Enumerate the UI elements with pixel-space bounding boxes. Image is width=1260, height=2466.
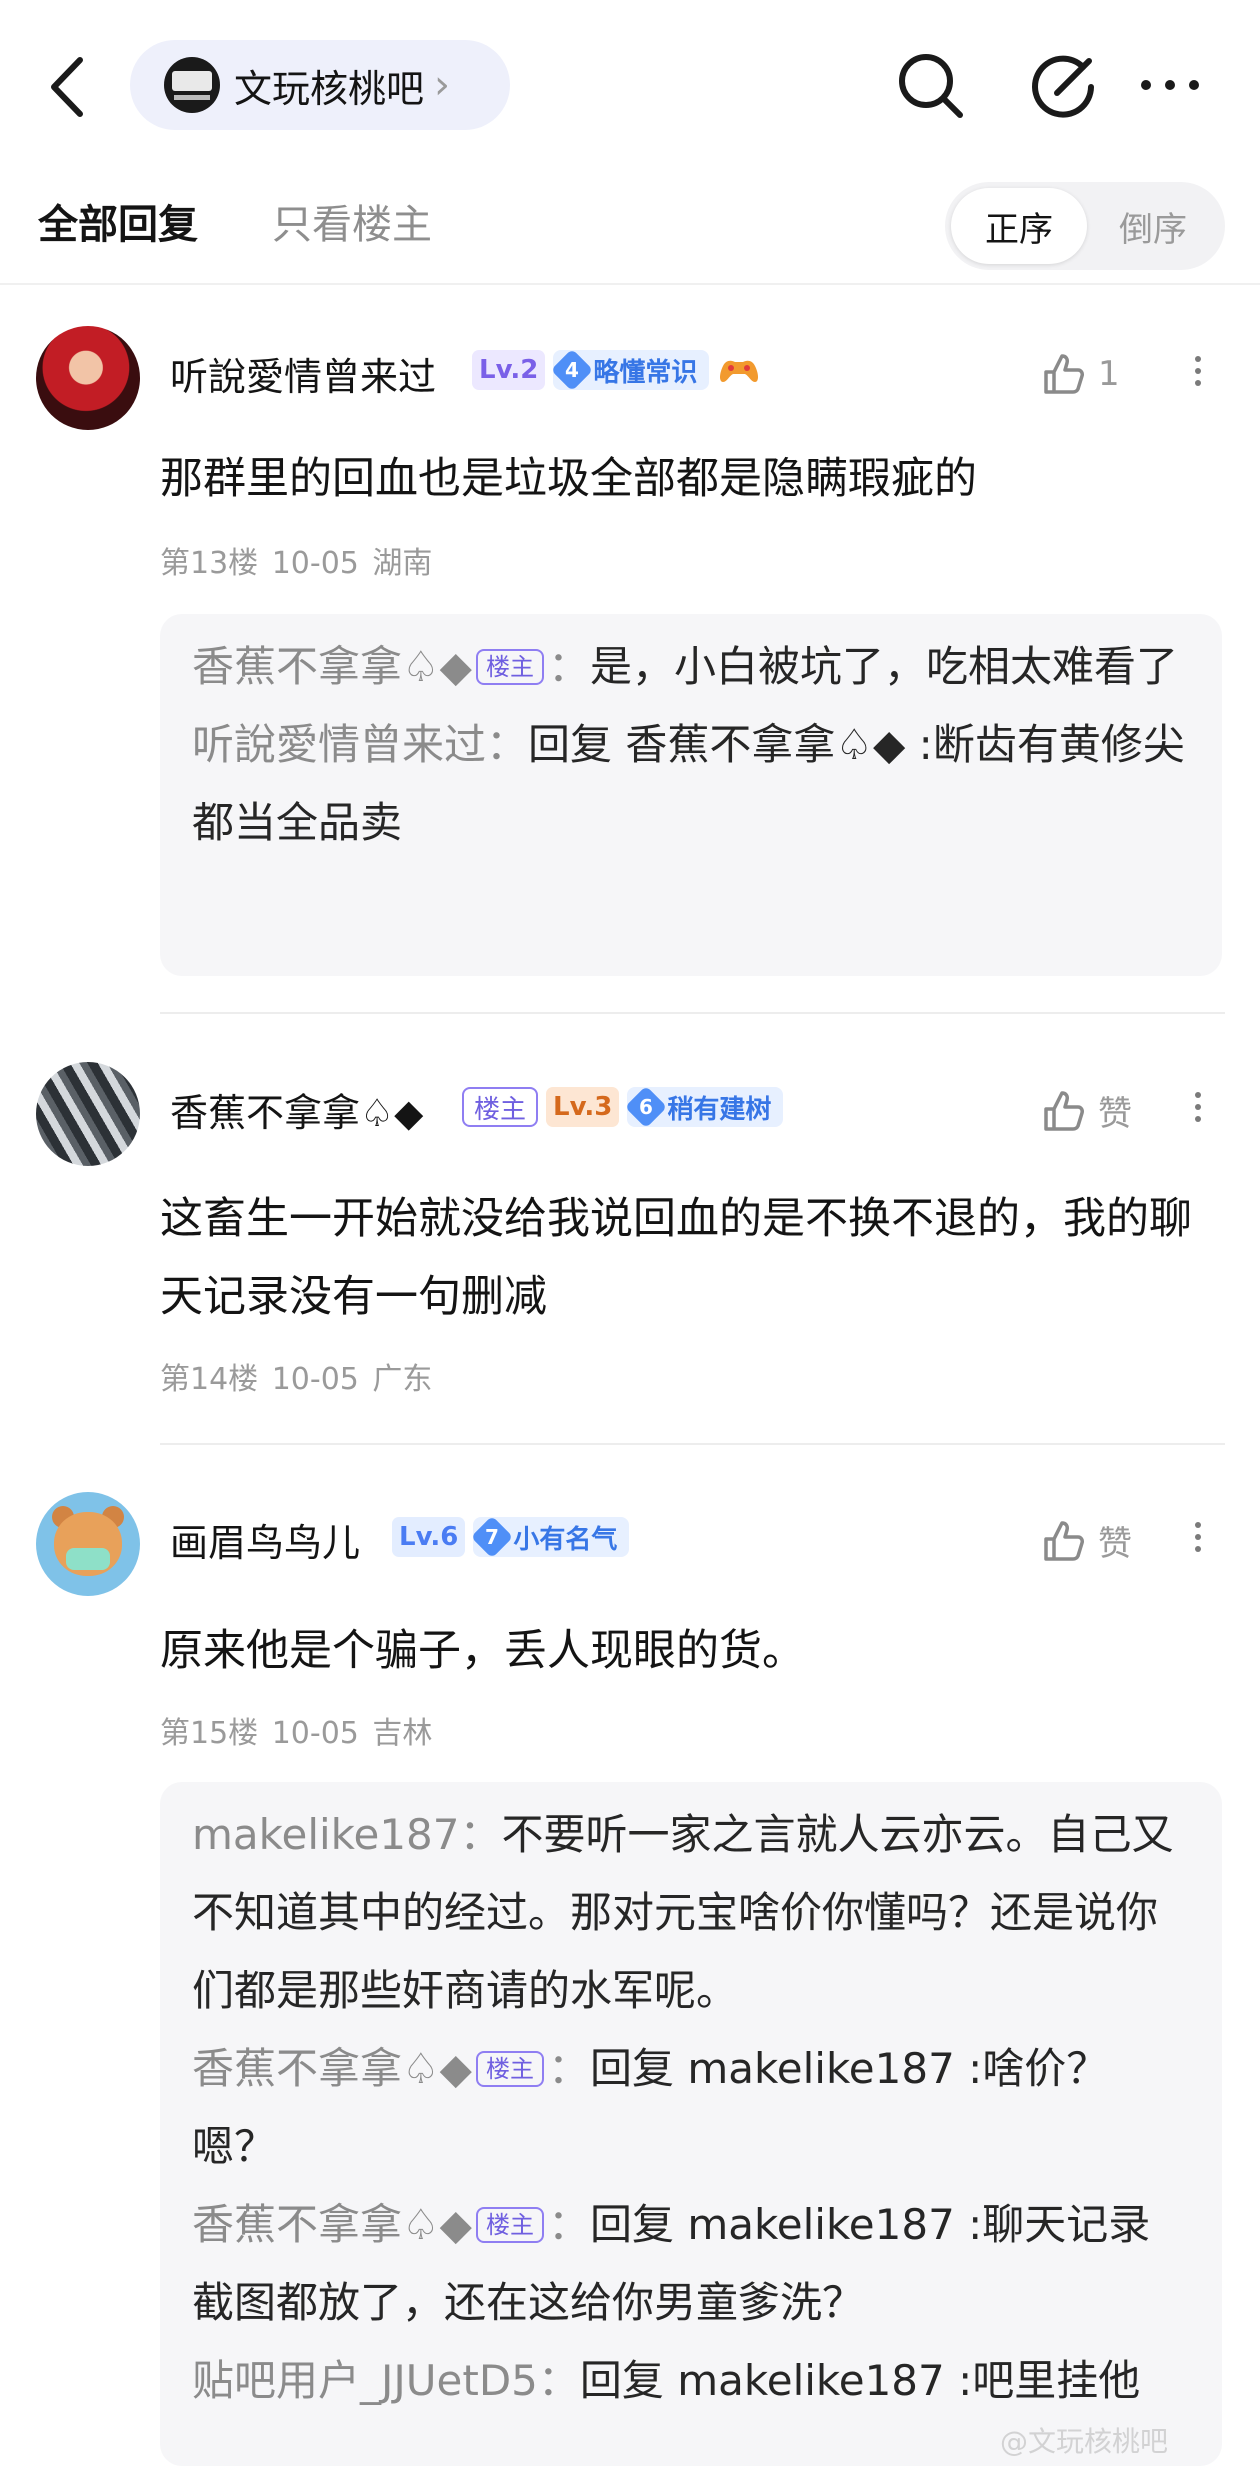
reply-author[interactable]: makelike187	[192, 1810, 459, 1859]
like-button[interactable]: 赞	[1040, 1516, 1132, 1565]
comment-menu-button[interactable]	[1188, 1086, 1208, 1136]
sub-reply: 贴吧用户_JJUetD5：回复 makelike187 :吧里挂他	[192, 2356, 1141, 2405]
top-nav-bar: 文玩核桃吧 ›	[0, 0, 1260, 170]
reply-text: 是，小白被坑了，吃相太难看了	[589, 642, 1178, 691]
tab-owner-only[interactable]: 只看楼主	[272, 192, 432, 250]
diamond-badge-icon: 4	[551, 348, 594, 392]
avatar[interactable]	[36, 1492, 140, 1596]
username[interactable]: 听說愛情曾来过	[170, 346, 436, 401]
owner-badge: 楼主	[475, 2207, 544, 2243]
floor-meta: 第13楼 10-05 湖南	[160, 546, 433, 581]
user-badges: Lv.2 4 略懂常识	[472, 348, 761, 392]
diamond-badge-icon: 6	[625, 1085, 668, 1129]
rank-title: 略懂常识	[593, 357, 698, 388]
sub-reply: 香蕉不拿拿♤◆ 楼主 ：回复 makelike187 :啥价？嗯？	[192, 2044, 1109, 2171]
sort-order-toggle: 正序 倒序	[945, 182, 1225, 270]
chevron-right-icon: ›	[434, 62, 451, 108]
sort-descending-button[interactable]: 倒序	[1085, 188, 1221, 264]
level-badge: Lv.2	[472, 350, 546, 390]
floor-meta: 第15楼 10-05 吉林	[160, 1716, 433, 1751]
watermark: @文玩核桃吧	[1000, 2425, 1169, 2458]
rank-title-badge: 4 略懂常识	[551, 348, 710, 392]
avatar[interactable]	[36, 326, 140, 430]
sub-replies-box[interactable]: 香蕉不拿拿♤◆ 楼主 ：是，小白被坑了，吃相太难看了 听說愛情曾来过：回复 香蕉不拿…	[160, 614, 1222, 976]
search-button[interactable]	[890, 45, 970, 125]
compose-button[interactable]	[1025, 45, 1105, 125]
thumbs-up-icon	[1044, 1520, 1084, 1561]
reply-author[interactable]: 香蕉不拿拿♤◆	[192, 2044, 472, 2093]
floor-meta: 第14楼 10-05 广东	[160, 1362, 433, 1397]
like-button[interactable]: 赞	[1040, 1086, 1132, 1135]
sub-reply: 香蕉不拿拿♤◆ 楼主 ：回复 makelike187 :聊天记录截图都放了，还在这给…	[192, 2200, 1151, 2327]
back-arrow-icon	[51, 57, 83, 117]
like-count: 1	[1098, 354, 1120, 394]
username[interactable]: 画眉鸟鸟儿	[170, 1512, 360, 1567]
rank-title: 稍有建树	[667, 1094, 772, 1125]
comment-menu-button[interactable]	[1188, 1516, 1208, 1566]
level-badge: Lv.3	[546, 1087, 620, 1127]
like-label: 赞	[1098, 1094, 1132, 1134]
rank-title-badge: 7 小有名气	[471, 1515, 630, 1559]
game-controller-icon	[720, 360, 759, 382]
search-icon	[899, 54, 963, 118]
more-options-button[interactable]	[1130, 55, 1210, 115]
owner-badge: 楼主	[475, 649, 544, 685]
owner-badge: 楼主	[462, 1087, 539, 1127]
reply-author[interactable]: 香蕉不拿拿♤◆	[192, 642, 472, 691]
user-badges: 楼主 Lv.3 6 稍有建树	[462, 1085, 784, 1129]
sub-reply: makelike187：不要听一家之言就人云亦云。自己又不知道其中的经过。那对元…	[192, 1810, 1174, 2015]
forum-entry-button[interactable]: 文玩核桃吧 ›	[130, 40, 510, 130]
thumbs-up-icon	[1044, 1090, 1084, 1131]
sort-ascending-button[interactable]: 正序	[951, 188, 1087, 264]
avatar[interactable]	[36, 1062, 140, 1166]
owner-badge: 楼主	[475, 2051, 544, 2087]
rank-title: 小有名气	[513, 1524, 618, 1555]
compose-icon	[1032, 55, 1094, 118]
comment-text: 这畜生一开始就没给我说回血的是不换不退的，我的聊天记录没有一句删减	[160, 1194, 1192, 1322]
user-badges: Lv.6 7 小有名气	[392, 1515, 630, 1559]
diamond-badge-icon: 7	[471, 1515, 514, 1559]
sub-reply: 香蕉不拿拿♤◆ 楼主 ：是，小白被坑了，吃相太难看了	[192, 642, 1178, 691]
like-label: 赞	[1098, 1524, 1132, 1564]
divider	[160, 1012, 1225, 1014]
divider	[160, 1443, 1225, 1445]
thumbs-up-icon	[1044, 354, 1084, 394]
level-badge: Lv.6	[392, 1517, 466, 1557]
reply-author[interactable]: 贴吧用户_JJUetD5	[192, 2356, 538, 2405]
reply-author[interactable]: 听說愛情曾来过	[192, 720, 486, 769]
username[interactable]: 香蕉不拿拿♤◆	[170, 1082, 423, 1137]
back-button[interactable]	[38, 52, 102, 122]
forum-name: 文玩核桃吧	[234, 66, 425, 111]
comment-text: 那群里的回血也是垃圾全部都是隐瞒瑕疵的	[160, 454, 977, 504]
sub-replies-box[interactable]: makelike187：不要听一家之言就人云亦云。自己又不知道其中的经过。那对元…	[160, 1782, 1222, 2466]
tab-all-replies[interactable]: 全部回复	[38, 192, 198, 250]
more-icon	[1141, 80, 1199, 90]
forum-logo	[164, 57, 220, 113]
comment-text: 原来他是个骗子，丢人现眼的货。	[160, 1626, 805, 1676]
sub-reply: 听說愛情曾来过：回复 香蕉不拿拿♤◆ :断齿有黄修尖都当全品卖	[192, 720, 1185, 847]
reply-text: 回复 makelike187 :吧里挂他	[579, 2356, 1141, 2405]
comment-menu-button[interactable]	[1188, 350, 1208, 400]
like-button[interactable]: 1	[1040, 350, 1120, 398]
rank-title-badge: 6 稍有建树	[625, 1085, 784, 1129]
reply-filter-bar: 全部回复 只看楼主 正序 倒序	[0, 170, 1260, 285]
reply-author[interactable]: 香蕉不拿拿♤◆	[192, 2200, 472, 2249]
